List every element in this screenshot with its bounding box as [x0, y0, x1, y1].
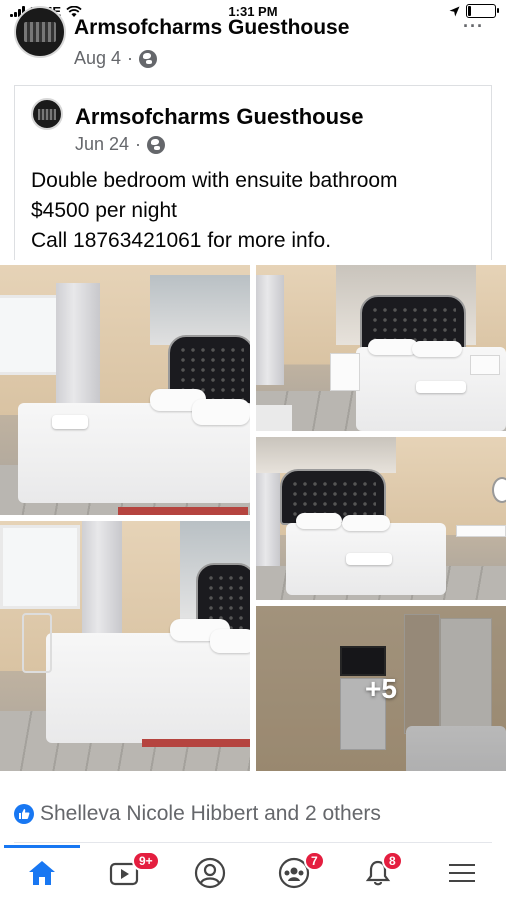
nav-menu[interactable] — [420, 845, 504, 900]
like-reaction-icon — [14, 804, 34, 824]
post-text-line: Double bedroom with ensuite bathroom — [31, 169, 398, 192]
photo-bedroom-2[interactable] — [0, 521, 250, 771]
shared-post-meta: Jun 24 · — [75, 134, 166, 155]
shared-post[interactable]: Armsofcharms Guesthouse Jun 24 · Double … — [14, 85, 492, 260]
photo-more[interactable]: +5 — [256, 606, 506, 771]
home-icon — [29, 860, 55, 885]
more-photos-count: +5 — [365, 672, 397, 704]
globe-icon — [139, 49, 158, 68]
divider — [14, 842, 492, 843]
more-photos-overlay[interactable]: +5 — [256, 606, 506, 771]
notifications-badge: 8 — [382, 851, 403, 871]
menu-icon — [449, 863, 475, 882]
more-options-icon[interactable]: ··· — [463, 16, 484, 37]
globe-icon — [147, 135, 166, 154]
nav-notifications[interactable]: 8 — [336, 845, 420, 900]
page-name[interactable]: Armsofcharms Guesthouse — [74, 16, 349, 40]
post-text: Double bedroom with ensuite bathroom $45… — [31, 166, 491, 256]
nav-watch[interactable]: 9+ — [84, 845, 168, 900]
post-header: Armsofcharms Guesthouse Aug 4 · ··· — [0, 0, 506, 80]
post-date[interactable]: Aug 4 — [74, 48, 121, 69]
photo-bedroom-1[interactable] — [0, 265, 250, 515]
nav-profile[interactable] — [168, 845, 252, 900]
nav-home[interactable] — [0, 845, 84, 900]
profile-icon — [194, 857, 226, 888]
bottom-nav: 9+ 7 8 — [0, 845, 506, 900]
nav-groups[interactable]: 7 — [252, 845, 336, 900]
photo-bedroom-3[interactable] — [256, 265, 506, 431]
groups-badge: 7 — [304, 851, 325, 871]
post-text-line: $4500 per night — [31, 199, 177, 222]
reactions-summary[interactable]: Shelleva Nicole Hibbert and 2 others — [14, 802, 381, 826]
watch-badge: 9+ — [132, 851, 160, 871]
post-text-line: Call 18763421061 for more info. — [31, 229, 332, 252]
meta-separator: · — [135, 134, 142, 154]
page-avatar[interactable] — [14, 6, 66, 58]
shared-post-date[interactable]: Jun 24 — [75, 134, 129, 155]
post-meta: Aug 4 · — [74, 48, 158, 69]
meta-separator: · — [127, 48, 134, 68]
photo-bedroom-4[interactable] — [256, 437, 506, 600]
shared-page-avatar[interactable] — [31, 98, 63, 130]
shared-page-name[interactable]: Armsofcharms Guesthouse — [75, 104, 364, 130]
reaction-names[interactable]: Shelleva Nicole Hibbert and 2 others — [40, 802, 381, 826]
